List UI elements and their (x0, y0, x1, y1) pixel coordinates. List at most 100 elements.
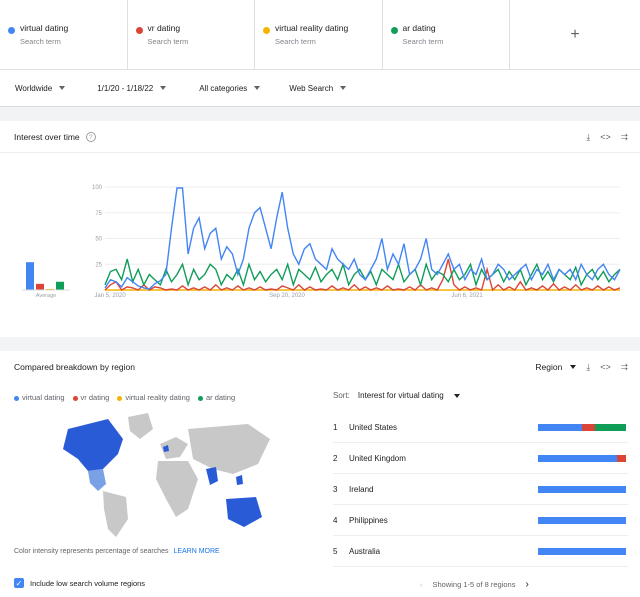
card-header: Interest over time ? ⤓ <> ⮆ (0, 121, 640, 153)
series-color-dot (390, 27, 398, 34)
prev-page-icon[interactable]: ‹ (420, 580, 423, 589)
average-label: Average (36, 293, 56, 299)
region-row[interactable]: 2 United Kingdom (333, 444, 628, 474)
next-page-icon[interactable]: › (525, 579, 528, 590)
term-name[interactable]: virtual reality dating (275, 23, 382, 33)
y-tick-label: 25 (95, 262, 102, 268)
date-filter-label: 1/1/20 - 1/18/22 (97, 83, 154, 93)
region-rank: 1 (333, 423, 338, 432)
share-icon[interactable]: ⮆ (621, 132, 628, 143)
term-card[interactable]: vr dating Search term (128, 0, 255, 70)
region-name: United Kingdom (349, 454, 406, 463)
region-filter-label: Worldwide (15, 83, 53, 93)
help-icon[interactable]: ? (85, 132, 96, 142)
map-africa[interactable] (156, 461, 198, 517)
region-rank: 4 (333, 516, 338, 525)
series-color-dot (8, 27, 15, 34)
map-greenland[interactable] (128, 413, 153, 439)
region-share-bar (538, 486, 626, 493)
caret-down-icon (160, 86, 167, 90)
region-share-bar (538, 517, 626, 524)
property-filter[interactable]: Web Search (289, 84, 347, 93)
download-icon[interactable]: ⤓ (586, 362, 590, 373)
caret-down-icon (570, 365, 577, 369)
embed-icon[interactable]: <> (600, 362, 611, 372)
map-central-america[interactable] (88, 469, 106, 491)
average-bar[interactable] (36, 283, 44, 290)
map-australia[interactable] (226, 497, 262, 527)
download-icon[interactable]: ⤓ (586, 132, 590, 143)
region-rank: 5 (333, 547, 338, 556)
region-name: Australia (349, 547, 381, 556)
legend-item: vr dating (72, 393, 109, 402)
map-india[interactable] (206, 467, 218, 485)
term-card[interactable]: ar dating Search term (383, 0, 510, 70)
add-comparison-button[interactable]: + (510, 0, 640, 70)
series-color-dot (135, 27, 143, 34)
map-note: Color intensity represents percentage of… (14, 548, 220, 555)
card-title: Interest over time (14, 132, 80, 142)
sort-value: Interest for virtual dating (357, 391, 444, 400)
region-name: Philippines (349, 516, 388, 525)
region-share-bar (538, 455, 626, 462)
date-filter[interactable]: 1/1/20 - 1/18/22 (97, 83, 167, 93)
share-segment (582, 424, 596, 431)
map-note-text: Color intensity represents percentage of… (14, 548, 169, 555)
legend-item: virtual dating (14, 393, 65, 402)
sort-label: Sort: (333, 391, 350, 400)
category-filter-label: All categories (199, 83, 248, 93)
share-segment (538, 455, 618, 462)
legend-item: ar dating (197, 393, 235, 402)
sort-control[interactable]: Sort: Interest for virtual dating (333, 391, 460, 400)
caret-down-icon (340, 86, 347, 90)
learn-more-link[interactable]: LEARN MORE (173, 548, 219, 555)
region-breakdown-card: Compared breakdown by region Region ⤓ <>… (0, 351, 640, 597)
region-name: Ireland (349, 485, 374, 494)
term-type: Search term (275, 37, 316, 46)
average-bar[interactable] (26, 262, 34, 290)
map-south-america[interactable] (103, 491, 128, 537)
map-north-america[interactable] (63, 419, 123, 471)
term-name[interactable]: ar dating (403, 23, 510, 33)
share-icon[interactable]: ⮆ (621, 362, 628, 373)
plus-icon: + (570, 26, 580, 43)
map-philippines[interactable] (236, 475, 243, 485)
region-name: United States (349, 423, 398, 432)
legend-item: virtual reality dating (117, 393, 190, 402)
term-type: Search term (20, 37, 61, 46)
term-name[interactable]: virtual dating (20, 23, 127, 33)
share-segment (595, 424, 626, 431)
series-line[interactable] (104, 258, 621, 288)
region-row[interactable]: 5 Australia (333, 537, 628, 567)
check-icon[interactable]: ✓ (14, 578, 24, 588)
region-filter[interactable]: Worldwide (15, 83, 66, 93)
term-card[interactable]: virtual reality dating Search term (255, 0, 383, 70)
term-type: Search term (147, 37, 189, 46)
term-name[interactable]: vr dating (148, 23, 255, 33)
region-row[interactable]: 3 Ireland (333, 475, 628, 505)
average-bar[interactable] (56, 281, 64, 290)
low-volume-checkbox-row[interactable]: ✓ Include low search volume regions (14, 578, 145, 588)
checkbox-label: Include low search volume regions (30, 578, 146, 588)
world-map[interactable] (48, 409, 278, 539)
category-filter[interactable]: All categories (199, 83, 261, 93)
card-header: Compared breakdown by region Region ⤓ <>… (0, 351, 640, 383)
embed-icon[interactable]: <> (600, 132, 611, 142)
caret-down-icon (453, 393, 460, 398)
caret-down-icon (59, 86, 66, 90)
search-terms-bar: virtual dating Search term vr dating Sea… (0, 0, 640, 70)
x-tick-label: Sep 20, 2020 (269, 293, 305, 299)
region-select[interactable]: Region (535, 362, 577, 372)
map-asia[interactable] (188, 424, 270, 474)
map-legend: virtual dating vr dating virtual reality… (14, 393, 235, 402)
region-row[interactable]: 4 Philippines (333, 506, 628, 536)
term-card[interactable]: virtual dating Search term (0, 0, 128, 70)
interest-chart: 100 75 50 25 Jan 5, 2020 Sep 20, 2020 Jun 6, 2… (22, 185, 621, 299)
share-segment (538, 548, 626, 555)
share-segment (538, 517, 626, 524)
region-row[interactable]: 1 United States (333, 413, 628, 443)
interest-over-time-card: Interest over time ? ⤓ <> ⮆ 100 75 50 25 Jan… (0, 121, 640, 337)
y-tick-label: 50 (95, 237, 102, 243)
y-tick-label: 75 (95, 211, 102, 217)
series-color-dot (263, 27, 270, 34)
